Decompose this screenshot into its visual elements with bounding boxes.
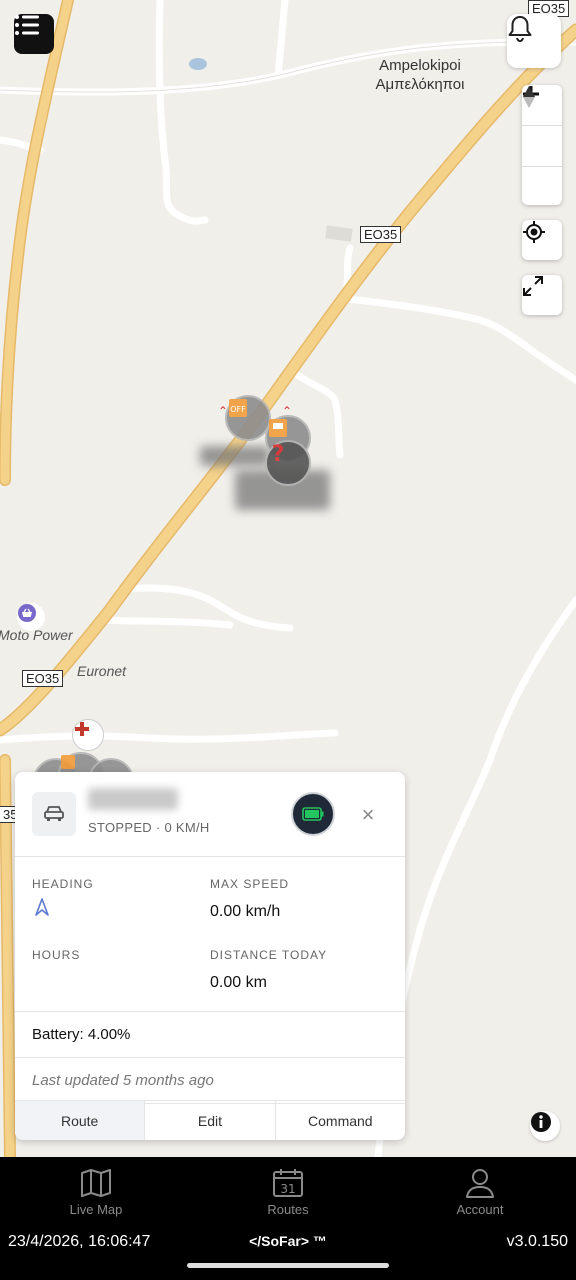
- calendar-icon: 31: [273, 1168, 303, 1197]
- zoom-out-button[interactable]: [522, 92, 562, 167]
- edit-tab[interactable]: Edit: [145, 1101, 276, 1140]
- attribution-button[interactable]: [530, 1111, 560, 1141]
- brand: </SoFar> ™: [249, 1233, 327, 1249]
- nav-live-map[interactable]: Live Map: [0, 1157, 192, 1227]
- status-bar: 23/4/2026, 16:06:47 </SoFar> ™ v3.0.150: [0, 1227, 576, 1280]
- battery-status-button[interactable]: [291, 792, 335, 836]
- distance-today-label: DISTANCE TODAY: [210, 948, 328, 962]
- fuel-off-icon: OFF: [229, 399, 247, 417]
- vehicle-marker-off[interactable]: OFF: [225, 395, 271, 441]
- fuel-icon: [269, 419, 287, 437]
- direction-arrow-icon: ⌃: [218, 404, 229, 418]
- nav-live-map-label: Live Map: [69, 1201, 123, 1217]
- vehicle-marker-unknown[interactable]: ?: [265, 440, 311, 486]
- command-tab[interactable]: Command: [276, 1101, 405, 1140]
- svg-text:OFF: OFF: [230, 405, 246, 414]
- info-icon: [531, 1112, 551, 1132]
- route-tab[interactable]: Route: [15, 1101, 146, 1140]
- hours-label: HOURS: [32, 948, 81, 962]
- road-label: EO35: [360, 226, 402, 243]
- place-label: Ampelokipoi Αμπελόκηποι: [360, 56, 480, 94]
- vehicle-status: STOPPED · 0 KM/H: [88, 820, 210, 835]
- menu-button[interactable]: [14, 14, 54, 54]
- app-version: v3.0.150: [506, 1233, 568, 1250]
- user-icon: [466, 1168, 494, 1198]
- max-speed-label: MAX SPEED: [210, 877, 290, 891]
- nav-account-label: Account: [456, 1201, 504, 1217]
- place-name-greek: Αμπελόκηποι: [375, 76, 465, 93]
- bell-icon: [508, 16, 532, 42]
- crosshair-icon: [523, 221, 545, 243]
- card-actions: Route Edit Command: [15, 1100, 405, 1140]
- close-icon: ×: [361, 802, 375, 827]
- heading-arrow-icon: [35, 898, 49, 916]
- home-indicator[interactable]: [187, 1263, 389, 1268]
- direction-arrow-icon: ⌃: [282, 404, 293, 418]
- vehicle-name-blurred: [88, 788, 178, 810]
- close-card-button[interactable]: ×: [357, 802, 379, 827]
- notifications-button[interactable]: [507, 14, 561, 68]
- fullscreen-button[interactable]: [522, 275, 562, 315]
- max-speed-value: 0.00 km/h: [210, 903, 281, 920]
- reset-bearing-button[interactable]: [522, 86, 562, 207]
- road-label: EO35: [22, 670, 64, 687]
- hospital-icon[interactable]: [72, 719, 104, 751]
- locate-button[interactable]: [522, 220, 562, 260]
- vehicle-type-badge: [32, 792, 76, 836]
- place-name-latin: Ampelokipoi: [379, 57, 461, 74]
- card-header: STOPPED · 0 KM/H ×: [15, 772, 405, 857]
- map-icon: [81, 1168, 111, 1197]
- compass-icon: [523, 86, 535, 108]
- poi-label-euronet: Euronet: [77, 663, 127, 679]
- heading-label: HEADING: [32, 877, 94, 891]
- nav-routes-label: Routes: [267, 1201, 309, 1217]
- poi-label-moto-power: Moto Power: [0, 627, 73, 643]
- svg-text:?: ?: [272, 442, 285, 464]
- question-icon: ?: [272, 442, 285, 464]
- last-updated-row: Last updated 5 months ago: [15, 1058, 405, 1104]
- distance-today-value: 0.00 km: [210, 974, 267, 991]
- nav-account[interactable]: Account: [384, 1157, 576, 1227]
- bottom-navigation: Live Map 31 Routes Account: [0, 1157, 576, 1227]
- list-menu-icon: [15, 15, 39, 35]
- zoom-controls: [522, 85, 562, 205]
- battery-icon: [302, 807, 324, 821]
- vehicle-label-blurred: [200, 446, 270, 466]
- calendar-day: 31: [280, 1182, 295, 1196]
- vehicle-info-card: STOPPED · 0 KM/H × HEADING MAX SPEED 0.0…: [15, 772, 405, 1140]
- nav-routes[interactable]: 31 Routes: [192, 1157, 384, 1227]
- fuel-icon: [61, 755, 75, 769]
- car-icon: [44, 806, 64, 821]
- expand-icon: [523, 276, 543, 296]
- vehicle-stats-grid: HEADING MAX SPEED 0.00 km/h HOURS DISTAN…: [15, 857, 405, 1012]
- battery-row: Battery: 4.00%: [15, 1012, 405, 1058]
